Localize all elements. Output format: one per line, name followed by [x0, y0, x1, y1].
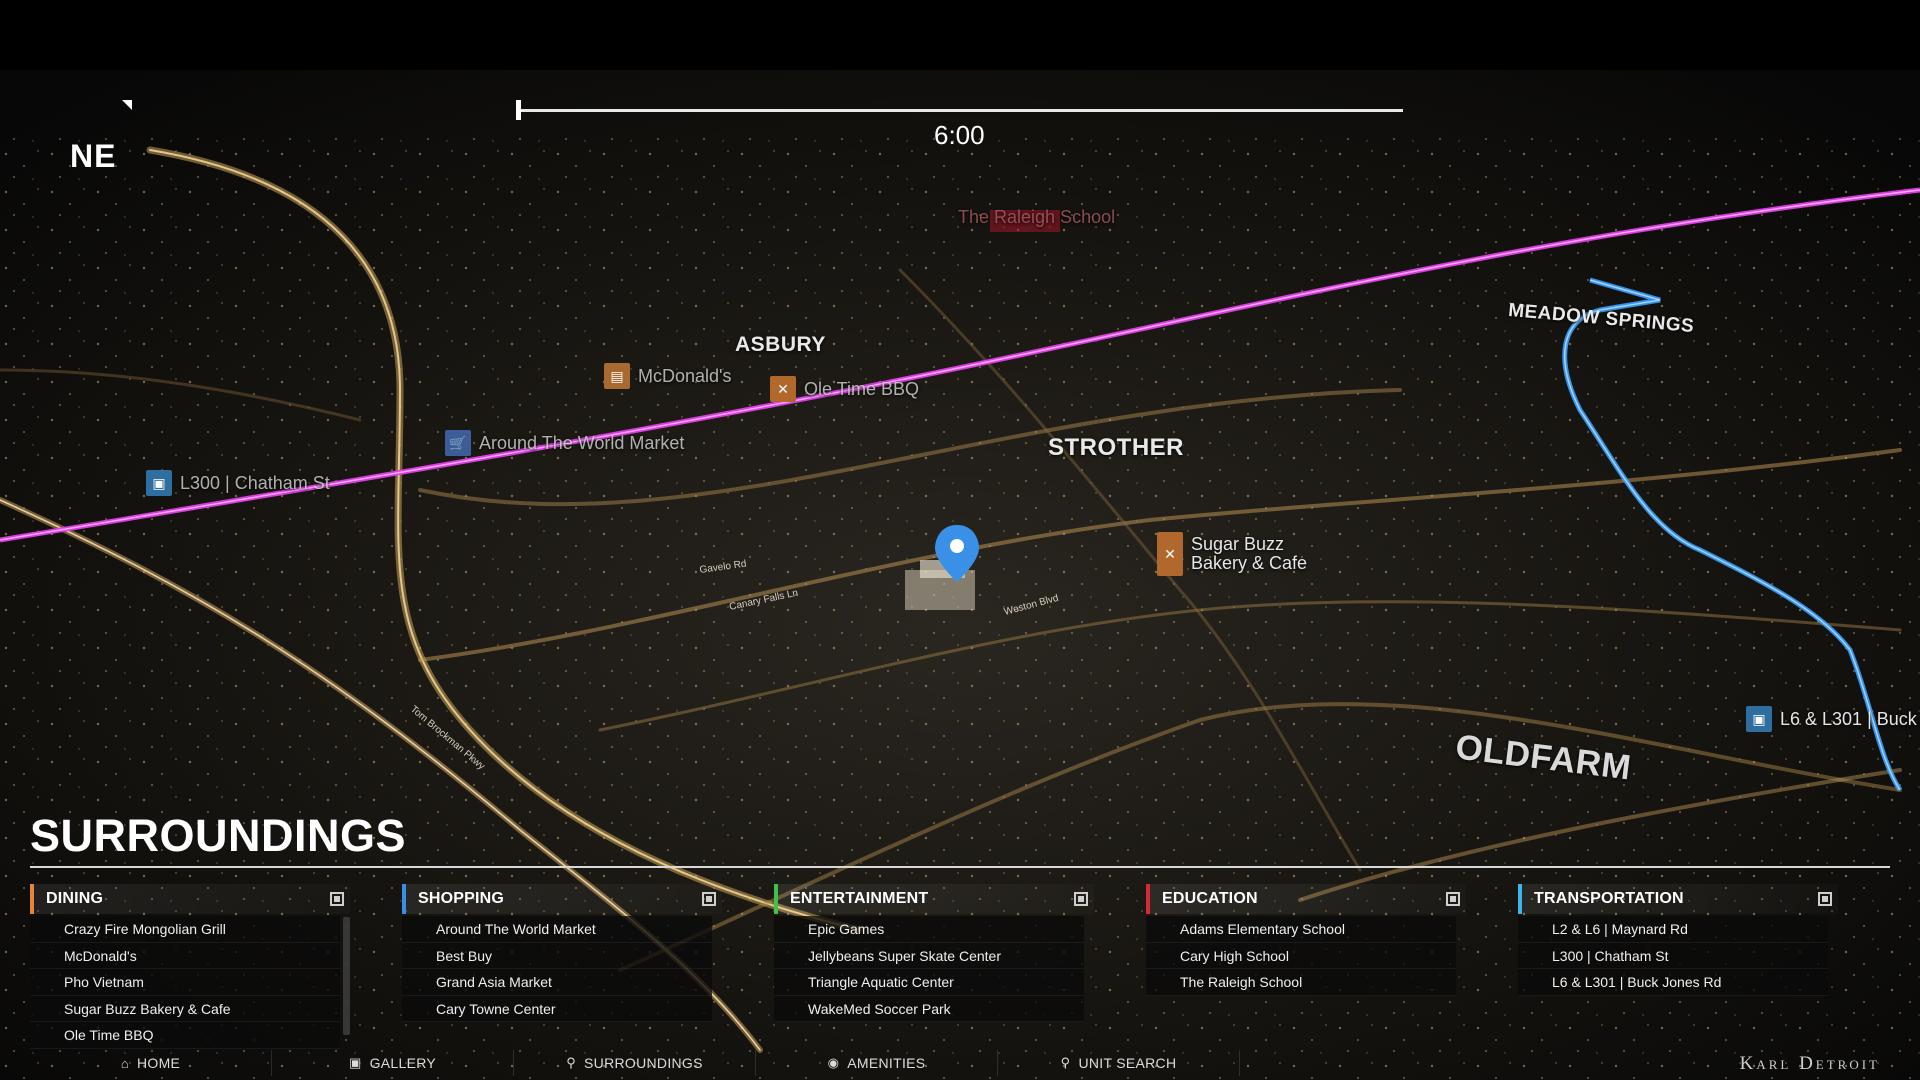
nav-unit-search[interactable]: ⚲ UNIT SEARCH — [998, 1050, 1240, 1076]
category-title: EDUCATION — [1162, 890, 1258, 907]
category-title: SHOPPING — [418, 890, 505, 907]
poi-label: L300 | Chatham St — [180, 472, 330, 493]
nav-label: AMENITIES — [847, 1055, 926, 1071]
poi-ole-time-bbq[interactable]: ✕ Ole Time BBQ — [770, 376, 919, 402]
top-letterbox — [0, 0, 1920, 70]
list-item[interactable]: Pho Vietnam — [30, 969, 340, 996]
category-list: Around The World Market Best Buy Grand A… — [402, 916, 722, 1022]
title-divider — [30, 866, 1890, 868]
category-shopping: SHOPPING Around The World Market Best Bu… — [402, 884, 722, 1039]
page-title: SURROUNDINGS — [30, 810, 407, 861]
category-toggle-checkbox[interactable] — [1818, 892, 1832, 906]
bottom-navigation: ⌂ HOME ▣ GALLERY ⚲ SURROUNDINGS ◉ AMENIT… — [30, 1046, 1890, 1080]
list-item[interactable]: Triangle Aquatic Center — [774, 969, 1084, 996]
list-item[interactable]: Ole Time BBQ — [30, 1022, 340, 1049]
compass-heading: NE — [70, 138, 117, 174]
category-header[interactable]: SHOPPING — [402, 884, 722, 914]
list-item[interactable]: L2 & L6 | Maynard Rd — [1518, 916, 1828, 943]
category-list: Crazy Fire Mongolian Grill McDonald's Ph… — [30, 916, 350, 1049]
category-dining: DINING Crazy Fire Mongolian Grill McDona… — [30, 884, 350, 1049]
list-item[interactable]: Best Buy — [402, 942, 712, 969]
nav-surroundings[interactable]: ⚲ SURROUNDINGS — [514, 1050, 756, 1076]
list-item[interactable]: Cary Towne Center — [402, 995, 712, 1022]
category-title: DINING — [46, 890, 104, 907]
category-title: TRANSPORTATION — [1534, 890, 1684, 907]
list-item[interactable]: Epic Games — [774, 916, 1084, 943]
list-item[interactable]: The Raleigh School — [1146, 969, 1456, 996]
poi-label-line2: Bakery & Cafe — [1191, 553, 1308, 573]
category-education: EDUCATION Adams Elementary School Cary H… — [1146, 884, 1466, 1039]
area-label-asbury: ASBURY — [735, 333, 826, 356]
category-list: L2 & L6 | Maynard Rd L300 | Chatham St L… — [1518, 916, 1838, 996]
poi-l6-l301-buck[interactable]: ▣ L6 & L301 | Buck — [1746, 706, 1917, 732]
search-icon: ⚲ — [1060, 1055, 1071, 1070]
category-transportation: TRANSPORTATION L2 & L6 | Maynard Rd L300… — [1518, 884, 1838, 1039]
list-item[interactable]: McDonald's — [30, 942, 340, 969]
home-icon: ⌂ — [120, 1055, 129, 1071]
bus-icon: ▣ — [1746, 706, 1772, 732]
list-item[interactable]: Jellybeans Super Skate Center — [774, 942, 1084, 969]
category-list: Adams Elementary School Cary High School… — [1146, 916, 1466, 996]
category-header[interactable]: EDUCATION — [1146, 884, 1466, 914]
poi-label: L6 & L301 | Buck — [1780, 708, 1917, 729]
list-item[interactable]: Crazy Fire Mongolian Grill — [30, 916, 340, 943]
poi-l300-chatham[interactable]: ▣ L300 | Chatham St — [146, 470, 330, 496]
image-icon: ▣ — [348, 1055, 362, 1070]
category-toggle-checkbox[interactable] — [1446, 892, 1460, 906]
list-item[interactable]: Around The World Market — [402, 916, 712, 943]
poi-label: The Raleigh School — [958, 207, 1116, 227]
category-header[interactable]: ENTERTAINMENT — [774, 884, 1094, 914]
poi-label-line1: Sugar Buzz — [1191, 534, 1285, 555]
category-toggle-checkbox[interactable] — [330, 892, 344, 906]
category-header[interactable]: TRANSPORTATION — [1518, 884, 1838, 914]
poi-mcdonalds[interactable]: ▤ McDonald's — [604, 363, 731, 389]
utensils-icon: ✕ — [770, 376, 796, 402]
list-item[interactable]: Cary High School — [1146, 942, 1456, 969]
poi-sugar-buzz[interactable]: ✕ Sugar Buzz Bakery & Cafe — [1157, 532, 1307, 576]
utensils-icon: ✕ — [1157, 532, 1183, 576]
poi-raleigh-school[interactable]: The Raleigh School — [958, 208, 1115, 227]
scrollbar[interactable] — [343, 917, 350, 1035]
amenities-icon: ◉ — [827, 1055, 840, 1070]
nav-label: UNIT SEARCH — [1078, 1055, 1177, 1071]
category-toggle-checkbox[interactable] — [702, 892, 716, 906]
category-toggle-checkbox[interactable] — [1074, 892, 1088, 906]
nav-gallery[interactable]: ▣ GALLERY — [272, 1050, 514, 1076]
nav-label: HOME — [136, 1055, 181, 1071]
time-slider-track[interactable] — [517, 109, 1403, 112]
list-item[interactable]: L300 | Chatham St — [1518, 942, 1828, 969]
nav-amenities[interactable]: ◉ AMENITIES — [756, 1050, 998, 1076]
nav-home[interactable]: ⌂ HOME — [30, 1050, 272, 1076]
poi-label: Sugar Buzz Bakery & Cafe — [1191, 535, 1307, 573]
list-item[interactable]: L6 & L301 | Buck Jones Rd — [1518, 969, 1828, 996]
poi-label: Around The World Market — [479, 432, 685, 453]
location-pin-icon: ⚲ — [566, 1055, 577, 1070]
category-list: Epic Games Jellybeans Super Skate Center… — [774, 916, 1094, 1022]
poi-label: McDonald's — [638, 365, 732, 386]
category-title: ENTERTAINMENT — [790, 890, 929, 907]
list-item[interactable]: WakeMed Soccer Park — [774, 995, 1084, 1022]
dining-icon: ▤ — [604, 363, 630, 389]
area-label-strother: STROTHER — [1048, 434, 1184, 461]
category-panels: DINING Crazy Fire Mongolian Grill McDona… — [30, 884, 1890, 1049]
brand-logo: Karl Detroit — [1739, 1053, 1880, 1074]
cart-icon: 🛒 — [445, 430, 471, 456]
poi-around-the-world-market[interactable]: 🛒 Around The World Market — [445, 430, 684, 456]
nav-label: GALLERY — [369, 1055, 437, 1071]
compass-pointer-icon — [122, 100, 132, 110]
list-item[interactable]: Adams Elementary School — [1146, 916, 1456, 943]
list-item[interactable]: Grand Asia Market — [402, 969, 712, 996]
poi-label: Ole Time BBQ — [804, 378, 920, 399]
nav-label: SURROUNDINGS — [584, 1055, 703, 1071]
bus-icon: ▣ — [146, 470, 172, 496]
list-item[interactable]: Sugar Buzz Bakery & Cafe — [30, 995, 340, 1022]
category-entertainment: ENTERTAINMENT Epic Games Jellybeans Supe… — [774, 884, 1094, 1039]
time-label: 6:00 — [934, 120, 985, 150]
time-slider-thumb[interactable] — [516, 100, 521, 120]
category-header[interactable]: DINING — [30, 884, 350, 914]
